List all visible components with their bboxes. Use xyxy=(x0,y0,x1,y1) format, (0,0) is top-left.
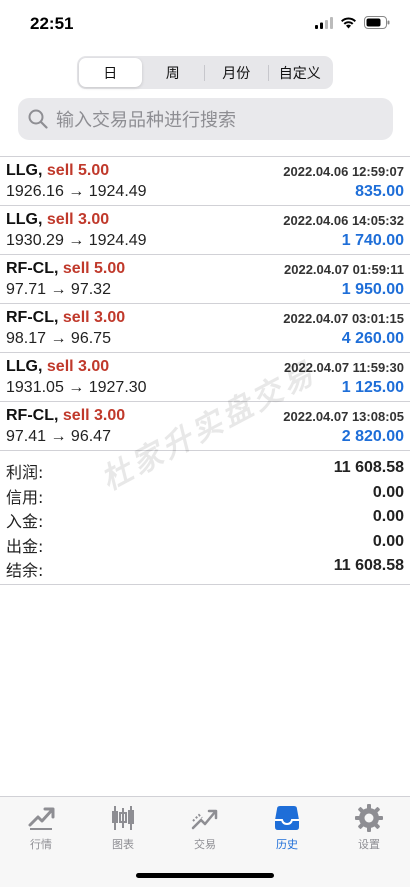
tab-week[interactable]: 周 xyxy=(142,58,205,87)
order-prices: 1926.16 → 1924.49 xyxy=(6,183,147,200)
search-placeholder: 输入交易品种进行搜索 xyxy=(56,110,236,131)
signal-icon xyxy=(315,16,333,29)
order-profit: 4 260.00 xyxy=(341,330,404,347)
order-row[interactable]: LLG, sell 3.00 2022.04.07 11:59:30 1931.… xyxy=(0,353,410,402)
tab-label: 行情 xyxy=(30,838,52,851)
summary-profit-row: 利润: 11 608.58 xyxy=(0,457,410,482)
tab-quotes[interactable]: 行情 xyxy=(0,803,82,853)
order-side: sell 3.00 xyxy=(46,358,110,375)
summary-deposit-row: 入金: 0.00 xyxy=(0,506,410,531)
tab-label: 设置 xyxy=(358,838,380,851)
status-bar: 22:51 xyxy=(0,0,410,50)
tab-label: 交易 xyxy=(194,838,216,851)
summary-label: 结余: xyxy=(6,561,44,580)
order-symbol: LLG, sell 3.00 xyxy=(6,211,110,228)
tab-month[interactable]: 月份 xyxy=(205,58,268,87)
wifi-icon xyxy=(341,16,356,28)
search-input[interactable]: 输入交易品种进行搜索 xyxy=(18,98,393,140)
trade-icon xyxy=(191,809,218,830)
summary-label: 信用: xyxy=(6,487,44,507)
order-symbol: LLG, sell 3.00 xyxy=(6,358,110,375)
order-side: sell 3.00 xyxy=(62,309,126,326)
order-profit: 2 820.00 xyxy=(341,428,404,445)
account-summary: 利润: 11 608.58 信用: 0.00 入金: 0.00 出金: 0.00… xyxy=(0,457,410,585)
order-time: 2022.04.07 03:01:15 xyxy=(283,311,404,326)
tab-history[interactable]: 历史 xyxy=(246,803,328,853)
battery-icon xyxy=(364,16,390,29)
tab-custom[interactable]: 自定义 xyxy=(269,58,332,87)
order-time: 2022.04.06 12:59:07 xyxy=(283,164,404,179)
order-time: 2022.04.07 01:59:11 xyxy=(284,262,404,277)
order-profit: 835.00 xyxy=(355,183,404,200)
order-symbol: RF-CL, sell 3.00 xyxy=(6,407,126,424)
chart-icon xyxy=(112,806,134,830)
order-side: sell 5.00 xyxy=(46,162,110,179)
tab-day[interactable]: 日 xyxy=(79,58,142,87)
order-symbol: LLG, sell 5.00 xyxy=(6,162,110,179)
tab-chart[interactable]: 图表 xyxy=(82,803,164,853)
order-prices: 98.17 → 96.75 xyxy=(6,330,111,347)
home-indicator xyxy=(136,873,274,878)
summary-value: 11 608.58 xyxy=(333,459,404,476)
order-row[interactable]: LLG, sell 3.00 2022.04.06 14:05:32 1930.… xyxy=(0,206,410,255)
period-segmented-control: 日 周 月份 自定义 xyxy=(77,56,333,89)
settings-icon xyxy=(355,804,383,832)
order-side: sell 5.00 xyxy=(62,260,126,277)
summary-value: 0.00 xyxy=(372,483,404,501)
tab-settings[interactable]: 设置 xyxy=(328,803,410,853)
order-symbol: RF-CL, sell 3.00 xyxy=(6,309,126,326)
order-row[interactable]: RF-CL, sell 3.00 2022.04.07 03:01:15 98.… xyxy=(0,304,410,353)
history-icon xyxy=(275,806,299,830)
summary-label: 出金: xyxy=(6,536,44,556)
order-time: 2022.04.06 14:05:32 xyxy=(283,213,404,228)
order-side: sell 3.00 xyxy=(46,211,110,228)
summary-value: 0.00 xyxy=(372,508,404,525)
status-time: 22:51 xyxy=(30,14,74,33)
summary-balance-row: 结余: 11 608.58 xyxy=(0,555,410,580)
status-icons xyxy=(315,16,390,29)
order-row[interactable]: LLG, sell 5.00 2022.04.06 12:59:07 1926.… xyxy=(0,157,410,206)
summary-credit-row: 信用: 0.00 xyxy=(0,482,410,507)
order-profit: 1 125.00 xyxy=(341,379,404,396)
summary-label: 利润: xyxy=(6,463,44,482)
order-side: sell 3.00 xyxy=(62,407,126,424)
quotes-icon xyxy=(28,807,55,830)
order-prices: 97.41 → 96.47 xyxy=(6,428,111,445)
summary-label: 入金: xyxy=(6,512,44,531)
tab-trade[interactable]: 交易 xyxy=(164,803,246,853)
order-symbol: RF-CL, sell 5.00 xyxy=(6,260,126,277)
tab-label: 图表 xyxy=(112,838,134,851)
tab-label: 历史 xyxy=(276,838,298,851)
order-time: 2022.04.07 13:08:05 xyxy=(283,409,404,424)
summary-value: 11 608.58 xyxy=(333,557,404,574)
summary-value: 0.00 xyxy=(372,532,404,550)
order-prices: 1931.05 → 1927.30 xyxy=(6,379,147,396)
order-prices: 97.71 → 97.32 xyxy=(6,281,111,298)
order-profit: 1 950.00 xyxy=(341,281,404,298)
search-icon xyxy=(28,109,48,129)
summary-withdrawal-row: 出金: 0.00 xyxy=(0,531,410,556)
order-profit: 1 740.00 xyxy=(341,232,404,249)
order-prices: 1930.29 → 1924.49 xyxy=(6,232,147,249)
order-row[interactable]: RF-CL, sell 5.00 2022.04.07 01:59:11 97.… xyxy=(0,255,410,304)
